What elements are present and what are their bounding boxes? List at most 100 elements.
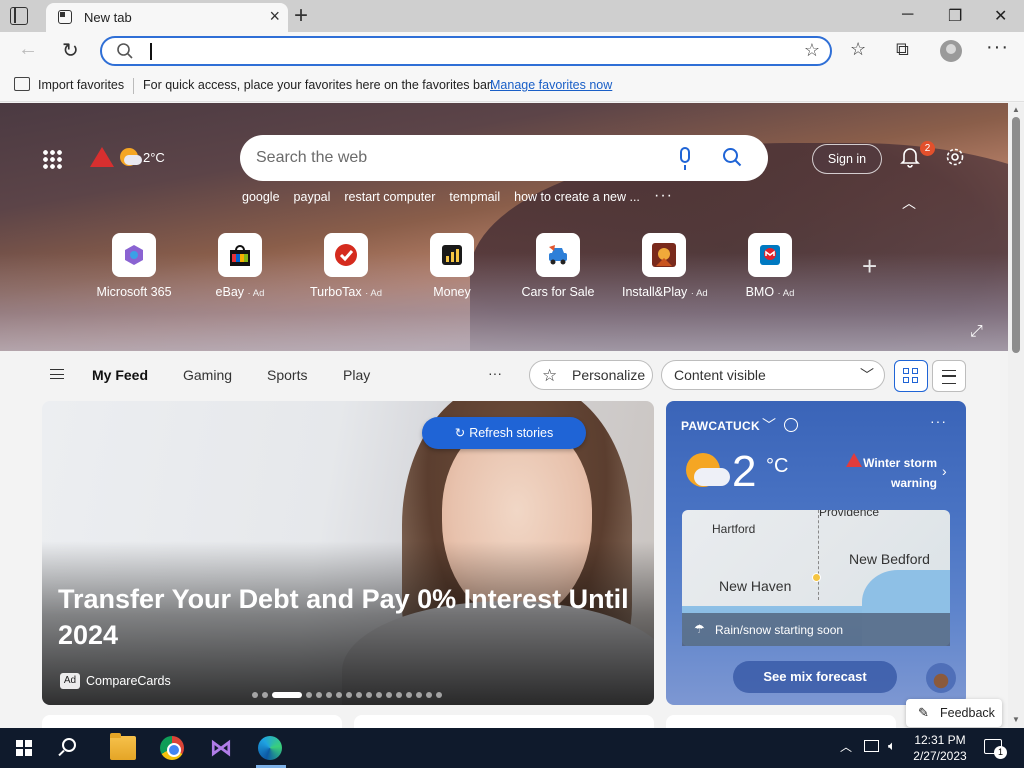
weather-location[interactable]: PAWCATUCK [681,419,760,433]
notification-bell-icon[interactable] [900,146,920,168]
quick-link-cars-for-sale[interactable]: Cars for Sale [516,233,600,299]
trending-item[interactable]: tempmail [449,190,500,204]
address-bar[interactable]: ☆ [100,36,832,66]
minimize-icon[interactable]: ─ [902,6,913,24]
weather-alert-icon[interactable] [90,147,114,167]
app-launcher-icon[interactable] [42,149,62,169]
chevron-up-icon[interactable]: ︿ [902,193,916,213]
carousel-dot[interactable] [426,692,432,698]
tab-gaming[interactable]: Gaming [183,367,232,383]
quick-link-bmo[interactable]: BMO · Ad [728,233,812,299]
microphone-icon[interactable] [680,147,690,170]
refresh-icon[interactable]: ↻ [62,38,79,63]
import-favorites-button[interactable]: Import favorites [38,78,124,92]
carousel-dot[interactable] [346,692,352,698]
expand-icon[interactable]: ⤢ [970,323,983,341]
collections-icon[interactable]: ⧉ [896,39,909,60]
settings-more-icon[interactable]: ··· [986,36,1009,59]
page-scrollbar[interactable]: ▲ ▼ [1008,103,1024,728]
trending-item[interactable]: how to create a new ... [514,190,640,204]
web-search-box[interactable] [240,135,768,181]
carousel-dot[interactable] [326,692,332,698]
quick-link-microsoft-365[interactable]: Microsoft 365 [92,233,176,299]
carousel-dot[interactable] [356,692,362,698]
close-window-icon[interactable]: ✕ [994,6,1007,26]
tab-new-tab[interactable]: New tab × [46,3,288,32]
system-clock[interactable]: 12:31 PM 2/27/2023 [912,732,968,764]
carousel-dot[interactable] [436,692,442,698]
carousel-dot[interactable] [272,692,302,698]
windows-start-icon[interactable] [16,740,32,756]
scroll-thumb[interactable] [1012,117,1020,353]
list-view-button[interactable] [932,360,966,392]
hamburger-menu-icon[interactable] [50,369,64,379]
chrome-icon[interactable] [160,736,184,760]
carousel-dot[interactable] [406,692,412,698]
more-options-icon[interactable]: ··· [930,413,947,429]
chevron-down-icon[interactable]: ﹀ [762,415,776,435]
content-visibility-select[interactable]: Content visible ﹀ [661,360,885,390]
favorites-icon[interactable]: ☆ [850,39,866,60]
refresh-stories-button[interactable]: ↻ Refresh stories [422,417,586,449]
visual-studio-icon[interactable]: ⋈ [208,736,234,760]
carousel-dot[interactable] [336,692,342,698]
quick-link-ebay[interactable]: eBay · Ad [198,233,282,299]
back-arrow-icon[interactable]: ← [18,38,38,61]
tab-my-feed[interactable]: My Feed [92,367,148,383]
carousel-dot[interactable] [396,692,402,698]
volume-icon[interactable]: 🔈︎ [888,738,896,754]
carousel-dot[interactable] [416,692,422,698]
search-icon[interactable] [722,147,742,167]
edge-icon[interactable] [258,736,282,760]
carousel-dot[interactable] [386,692,392,698]
tab-play[interactable]: Play [343,367,370,383]
address-input[interactable] [154,40,754,62]
more-trending-icon[interactable]: ··· [654,187,673,205]
network-icon[interactable] [864,740,879,752]
see-forecast-button[interactable]: See mix forecast [733,661,897,693]
gear-icon[interactable] [945,147,965,167]
weather-alert-link[interactable]: Winter storm warning [846,453,937,493]
add-quick-link-icon[interactable]: + [862,251,877,282]
feedback-button[interactable]: ✎ Feedback [906,699,1002,727]
globe-icon[interactable] [784,418,798,432]
carousel-dot[interactable] [376,692,382,698]
grid-view-button[interactable] [894,360,928,392]
manage-favorites-link[interactable]: Manage favorites now [490,78,612,92]
restore-icon[interactable]: ❐ [948,6,962,26]
trending-item[interactable]: paypal [294,190,331,204]
precipitation-banner[interactable]: ☂ Rain/snow starting soon [682,613,950,646]
file-explorer-icon[interactable] [110,733,136,760]
carousel-dot[interactable] [262,692,268,698]
tab-sports[interactable]: Sports [267,367,307,383]
trending-item[interactable]: restart computer [344,190,435,204]
tray-chevron-up-icon[interactable]: ︿ [840,738,852,755]
featured-story-card[interactable]: ↻ Refresh stories Transfer Your Debt and … [42,401,654,705]
more-tabs-icon[interactable]: ··· [488,365,502,381]
quick-link-turbotax[interactable]: TurboTax · Ad [304,233,388,299]
scroll-down-icon[interactable]: ▼ [1012,715,1020,724]
sign-in-button[interactable]: Sign in [812,144,882,174]
quick-link-label: TurboTax [309,285,362,299]
web-search-input[interactable] [256,146,656,170]
scroll-up-icon[interactable]: ▲ [1012,105,1020,114]
carousel-dot[interactable] [306,692,312,698]
quick-link-money[interactable]: Money [410,233,494,299]
tab-actions-icon[interactable] [10,7,28,25]
hero-temperature[interactable]: 2°C [143,150,165,165]
add-favorite-icon[interactable]: ☆ [804,40,820,61]
carousel-dot[interactable] [366,692,372,698]
chevron-right-icon[interactable]: › [942,463,947,479]
profile-avatar[interactable] [940,40,962,62]
new-tab-button[interactable]: + [294,2,308,30]
weather-mascot-icon[interactable] [926,663,956,693]
carousel-dot[interactable] [316,692,322,698]
temperature-unit[interactable]: °C [766,455,788,478]
trending-item[interactable]: google [242,190,280,204]
story-title[interactable]: Transfer Your Debt and Pay 0% Interest U… [58,581,638,653]
carousel-dot[interactable] [252,692,258,698]
personalize-button[interactable]: ☆ Personalize [529,360,653,390]
taskbar-search-icon[interactable] [62,738,76,752]
quick-link-install-play[interactable]: Install&Play · Ad [622,233,708,299]
close-tab-icon[interactable]: × [269,6,280,26]
